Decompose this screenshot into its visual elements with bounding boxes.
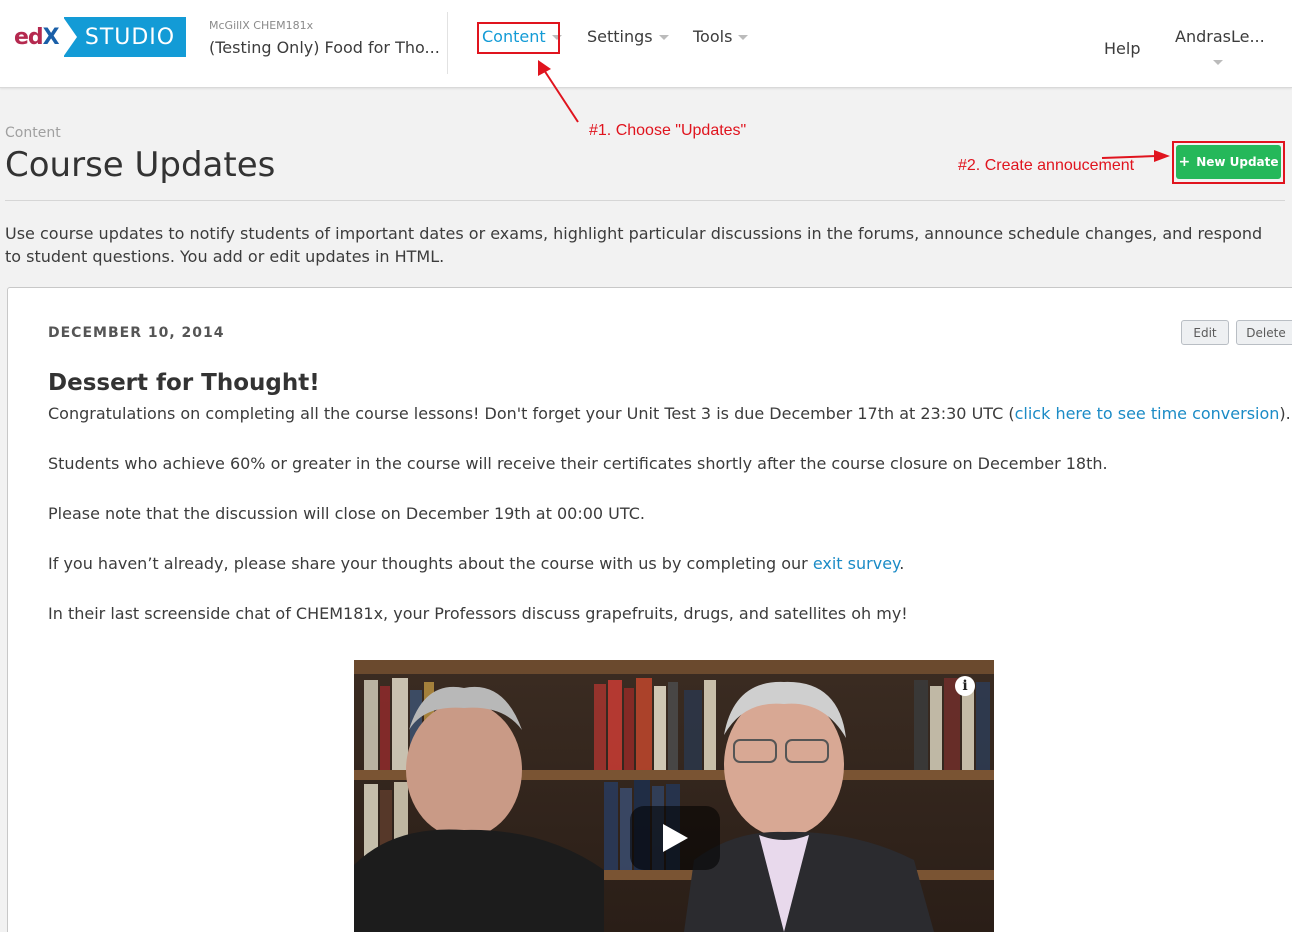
paragraph-text: If you haven’t already, please share you…	[48, 554, 813, 573]
annotation-step-1: #1. Choose "Updates"	[589, 122, 747, 139]
edit-button[interactable]: Edit	[1181, 320, 1229, 345]
video-thumbnail	[354, 660, 994, 932]
annotation-box-content	[477, 22, 560, 54]
delete-button[interactable]: Delete	[1236, 320, 1292, 345]
course-org-number: McGillX CHEM181x	[209, 19, 314, 32]
exit-survey-link[interactable]: exit survey	[813, 554, 899, 573]
nav-settings-label: Settings	[587, 27, 653, 46]
update-date: DECEMBER 10, 2014	[48, 325, 225, 341]
nav-tools-label: Tools	[693, 27, 733, 46]
update-title: Dessert for Thought!	[48, 370, 320, 396]
chevron-down-icon	[658, 35, 669, 40]
edx-studio-logo[interactable]: edX STUDIO	[14, 17, 186, 57]
update-paragraph-3: Please note that the discussion will clo…	[48, 504, 645, 523]
update-paragraph-2: Students who achieve 60% or greater in t…	[48, 454, 1108, 473]
play-icon[interactable]	[630, 806, 720, 870]
header-divider	[447, 12, 448, 74]
annotation-step-2: #2. Create annoucement	[958, 157, 1135, 174]
nav-settings[interactable]: Settings	[587, 27, 669, 46]
paragraph-text: ).	[1279, 404, 1291, 423]
update-paragraph-5: In their last screenside chat of CHEM181…	[48, 604, 908, 623]
help-link[interactable]: Help	[1104, 39, 1140, 58]
studio-label: STUDIO	[63, 17, 186, 57]
time-conversion-link[interactable]: click here to see time conversion	[1015, 404, 1280, 423]
title-divider	[5, 200, 1285, 201]
annotation-box-new-update	[1172, 141, 1285, 184]
video-player[interactable]: i	[354, 660, 994, 932]
nav-tools[interactable]: Tools	[693, 27, 749, 46]
studio-header: edX STUDIO McGillX CHEM181x (Testing Onl…	[0, 0, 1292, 88]
paragraph-text: Congratulations on completing all the co…	[48, 404, 1015, 423]
course-title[interactable]: (Testing Only) Food for Tho...	[209, 38, 440, 57]
update-paragraph-4: If you haven’t already, please share you…	[48, 554, 904, 573]
chevron-down-icon[interactable]	[1213, 60, 1223, 65]
page-title: Course Updates	[5, 145, 276, 185]
edx-logo: edX	[14, 24, 60, 50]
paragraph-text: .	[899, 554, 905, 573]
info-icon[interactable]: i	[955, 676, 975, 696]
update-paragraph-1: Congratulations on completing all the co…	[48, 404, 1291, 423]
breadcrumb: Content	[5, 125, 61, 141]
intro-text: Use course updates to notify students of…	[5, 224, 1263, 266]
user-menu[interactable]: AndrasLe...	[1175, 27, 1265, 46]
chevron-down-icon	[738, 35, 749, 40]
